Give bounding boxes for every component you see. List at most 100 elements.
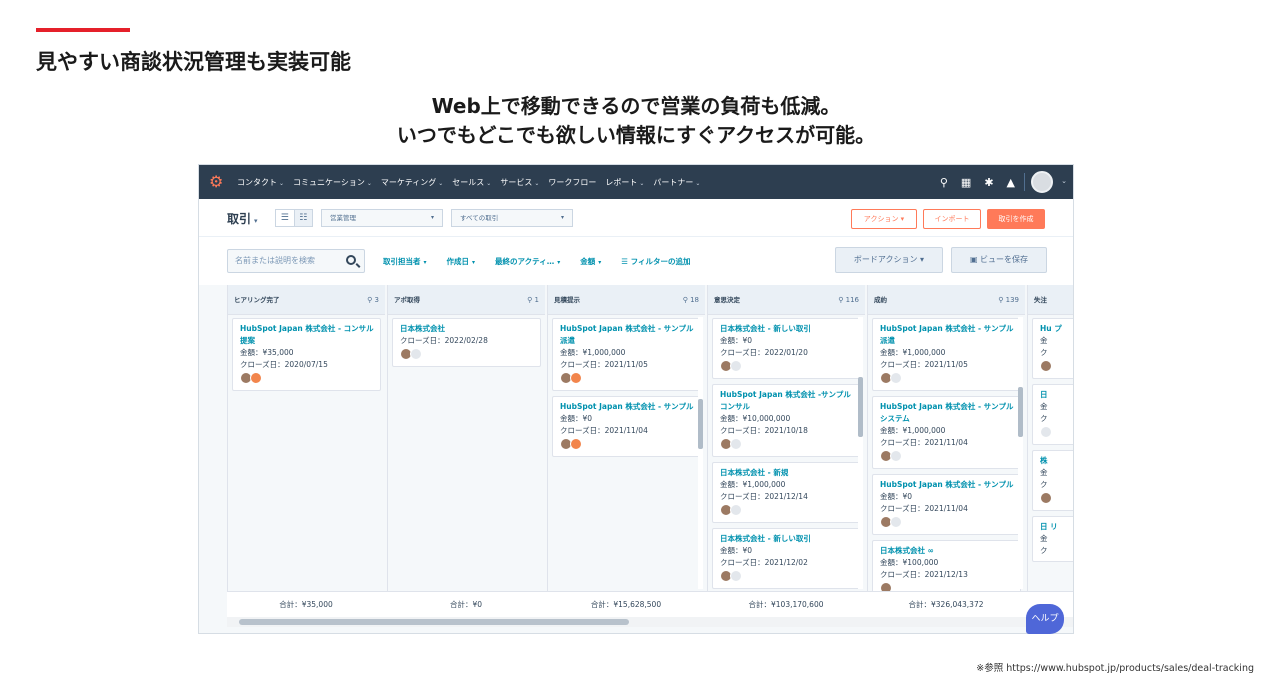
nav-item-sales[interactable]: セールス ⌄ — [452, 177, 491, 188]
search-icon[interactable]: ⚲ — [940, 176, 948, 189]
pipeline-select[interactable]: 営業管理 ▾ — [321, 209, 443, 227]
deal-card[interactable]: 日金ク — [1032, 384, 1073, 445]
deal-name-link[interactable]: HubSpot Japan 株式会社 - サンプル — [560, 401, 694, 413]
column-scrollbar[interactable] — [1018, 317, 1023, 589]
filter-create-date[interactable]: 作成日 ▾ — [447, 256, 476, 267]
column-body: 日本株式会社 - 新しい取引 金額：¥0 クローズ日：2022/01/20 HubSp… — [708, 315, 865, 624]
column-body: HubSpot Japan 株式会社 - コンサル提案 金額：¥35,000 クロー… — [228, 315, 385, 399]
deal-name-link[interactable]: HubSpot Japan 株式会社 - サンプルシステム — [880, 401, 1014, 425]
deals-filter-select[interactable]: すべての取引 ▾ — [451, 209, 573, 227]
deal-name-link[interactable]: 日本株式会社 - 新しい取引 — [720, 323, 854, 335]
deal-property: 金 — [1040, 468, 1048, 477]
nav-item-partners[interactable]: パートナー ⌄ — [653, 177, 700, 188]
save-view-button[interactable]: ▣ ビューを保存 — [951, 247, 1047, 273]
search-input[interactable]: 名前または説明を検索 — [227, 249, 365, 273]
deal-name-link[interactable]: Hu プ — [1040, 323, 1073, 335]
deal-board: ヒアリング完了 ⚲ 3 HubSpot Japan 株式会社 - コンサル提案 金額：… — [227, 285, 1073, 616]
deal-name-link[interactable]: 日 リ — [1040, 521, 1073, 533]
nav-item-marketing[interactable]: マーケティング ⌄ — [381, 177, 443, 188]
deal-owners — [1040, 492, 1073, 506]
deal-card[interactable]: Hu プ金ク — [1032, 318, 1073, 379]
horizontal-scrollbar[interactable] — [227, 617, 1073, 627]
deal-card[interactable]: 日 リ金ク — [1032, 516, 1073, 562]
column-scrollbar[interactable] — [858, 317, 863, 589]
deal-name-link[interactable]: 日本株式会社 - 新しい取引 — [720, 533, 854, 545]
chevron-down-icon[interactable]: ⌄ — [1061, 177, 1067, 185]
column-header: ヒアリング完了 ⚲ 3 — [228, 285, 385, 315]
deal-card[interactable]: HubSpot Japan 株式会社 -サンプルコンサル 金額：¥10,000,0… — [712, 384, 861, 457]
filter-amount[interactable]: 金額 ▾ — [580, 256, 601, 267]
deal-name-link[interactable]: HubSpot Japan 株式会社 - サンプル派遣 — [560, 323, 694, 347]
nav-item-conversations[interactable]: コミュニケーション ⌄ — [293, 177, 372, 188]
nav-divider — [1024, 173, 1025, 191]
deal-owners — [560, 438, 694, 452]
deal-owners — [720, 438, 854, 452]
deal-owners — [1040, 360, 1073, 374]
deal-name-link[interactable]: 日本株式会社 ∞ — [880, 545, 1014, 557]
scrollbar-thumb[interactable] — [239, 619, 629, 625]
bell-icon[interactable]: ▲ — [1007, 176, 1015, 189]
deal-name-link[interactable]: HubSpot Japan 株式会社 - サンプル — [880, 479, 1014, 491]
column-total: 合計：¥326,043,372 — [908, 600, 984, 609]
deal-property: ク — [1040, 546, 1048, 555]
column-body: HubSpot Japan 株式会社 - サンプル派遣 金額：¥1,000,000… — [868, 315, 1025, 609]
create-deal-button[interactable]: 取引を作成 — [987, 209, 1045, 229]
help-button[interactable]: ヘルプ — [1026, 604, 1064, 634]
deal-owners — [720, 504, 854, 518]
scrollbar-thumb[interactable] — [1018, 387, 1023, 437]
scrollbar-thumb[interactable] — [858, 377, 863, 437]
avatar[interactable] — [1031, 171, 1053, 193]
deal-card[interactable]: HubSpot Japan 株式会社 - サンプル 金額：¥0 クローズ日：2021… — [552, 396, 701, 457]
scrollbar-thumb[interactable] — [698, 399, 703, 449]
nav-item-contacts[interactable]: コンタクト ⌄ — [237, 177, 284, 188]
top-nav: ⚙ コンタクト ⌄ コミュニケーション ⌄ マーケティング ⌄ セールス ⌄ サービス ⌄… — [199, 165, 1073, 199]
nav-item-service[interactable]: サービス ⌄ — [500, 177, 539, 188]
board-actions-button[interactable]: ボードアクション ▾ — [835, 247, 943, 273]
deal-card[interactable]: HubSpot Japan 株式会社 - サンプル派遣 金額：¥1,000,000… — [872, 318, 1021, 391]
column-totals: 合計：¥35,000 合計：¥0 合計：¥15,628,500 合計：¥103,170… — [227, 591, 1073, 617]
filter-deal-owner[interactable]: 取引担当者 ▾ — [383, 256, 427, 267]
actions-button[interactable]: アクション ▾ — [851, 209, 917, 229]
import-button[interactable]: インポート — [923, 209, 981, 229]
column-scrollbar[interactable] — [698, 317, 703, 589]
deal-property: 金額：¥35,000 — [240, 348, 294, 357]
filter-last-activity[interactable]: 最終のアクティ… ▾ — [495, 256, 560, 267]
deal-name-link[interactable]: 日本株式会社 — [400, 323, 534, 335]
owner-avatar — [730, 360, 742, 372]
deal-card[interactable]: 日本株式会社 クローズ日：2022/02/28 — [392, 318, 541, 367]
deal-name-link[interactable]: HubSpot Japan 株式会社 -サンプルコンサル — [720, 389, 854, 413]
deal-property: クローズ日：2022/02/28 — [400, 336, 488, 345]
owner-avatar — [730, 570, 742, 582]
add-filter-button[interactable]: ☰ フィルターの追加 — [621, 256, 690, 267]
deal-card[interactable]: HubSpot Japan 株式会社 - コンサル提案 金額：¥35,000 クロー… — [232, 318, 381, 391]
list-view-icon[interactable]: ☰ — [276, 210, 294, 226]
pipeline-column: 失注 Hu プ金ク日金ク株金ク日 リ金ク — [1027, 285, 1073, 591]
deal-name-link[interactable]: HubSpot Japan 株式会社 - コンサル提案 — [240, 323, 374, 347]
deal-property: 金額：¥100,000 — [880, 558, 939, 567]
deal-property: 金 — [1040, 336, 1048, 345]
deal-name-link[interactable]: 株 — [1040, 455, 1073, 467]
object-selector[interactable]: 取引 ▾ — [227, 210, 258, 227]
gear-icon[interactable]: ✱ — [984, 176, 993, 189]
deal-property: クローズ日：2020/07/15 — [240, 360, 328, 369]
board-view-icon[interactable]: ☷ — [293, 210, 312, 226]
deal-card[interactable]: HubSpot Japan 株式会社 - サンプル派遣 金額：¥1,000,000… — [552, 318, 701, 391]
nav-item-reports[interactable]: レポート ⌄ — [605, 177, 644, 188]
deal-card[interactable]: 日本株式会社 - 新しい取引 金額：¥0 クローズ日：2022/01/20 — [712, 318, 861, 379]
hubspot-logo-icon[interactable]: ⚙ — [209, 173, 227, 191]
deal-name-link[interactable]: 日 — [1040, 389, 1073, 401]
deal-owners — [240, 372, 374, 386]
deal-name-link[interactable]: 日本株式会社 - 新規 — [720, 467, 854, 479]
deal-card[interactable]: HubSpot Japan 株式会社 - サンプル 金額：¥0 クローズ日：2021… — [872, 474, 1021, 535]
nav-item-workflows[interactable]: ワークフロー — [548, 177, 596, 188]
deal-card[interactable]: 日本株式会社 - 新しい取引 金額：¥0 クローズ日：2021/12/02 — [712, 528, 861, 589]
pipeline-column: 見積提示 ⚲ 18 HubSpot Japan 株式会社 - サンプル派遣 金額：¥1… — [547, 285, 705, 591]
owner-avatar — [250, 372, 262, 384]
marketplace-icon[interactable]: ▦ — [961, 176, 971, 189]
deal-name-link[interactable]: HubSpot Japan 株式会社 - サンプル派遣 — [880, 323, 1014, 347]
deal-property: 金額：¥0 — [720, 336, 753, 345]
deal-card[interactable]: 日本株式会社 - 新規 金額：¥1,000,000 クローズ日：2021/12/14 — [712, 462, 861, 523]
deal-card[interactable]: 株金ク — [1032, 450, 1073, 511]
deal-owners — [720, 570, 854, 584]
deal-card[interactable]: HubSpot Japan 株式会社 - サンプルシステム 金額：¥1,000,0… — [872, 396, 1021, 469]
